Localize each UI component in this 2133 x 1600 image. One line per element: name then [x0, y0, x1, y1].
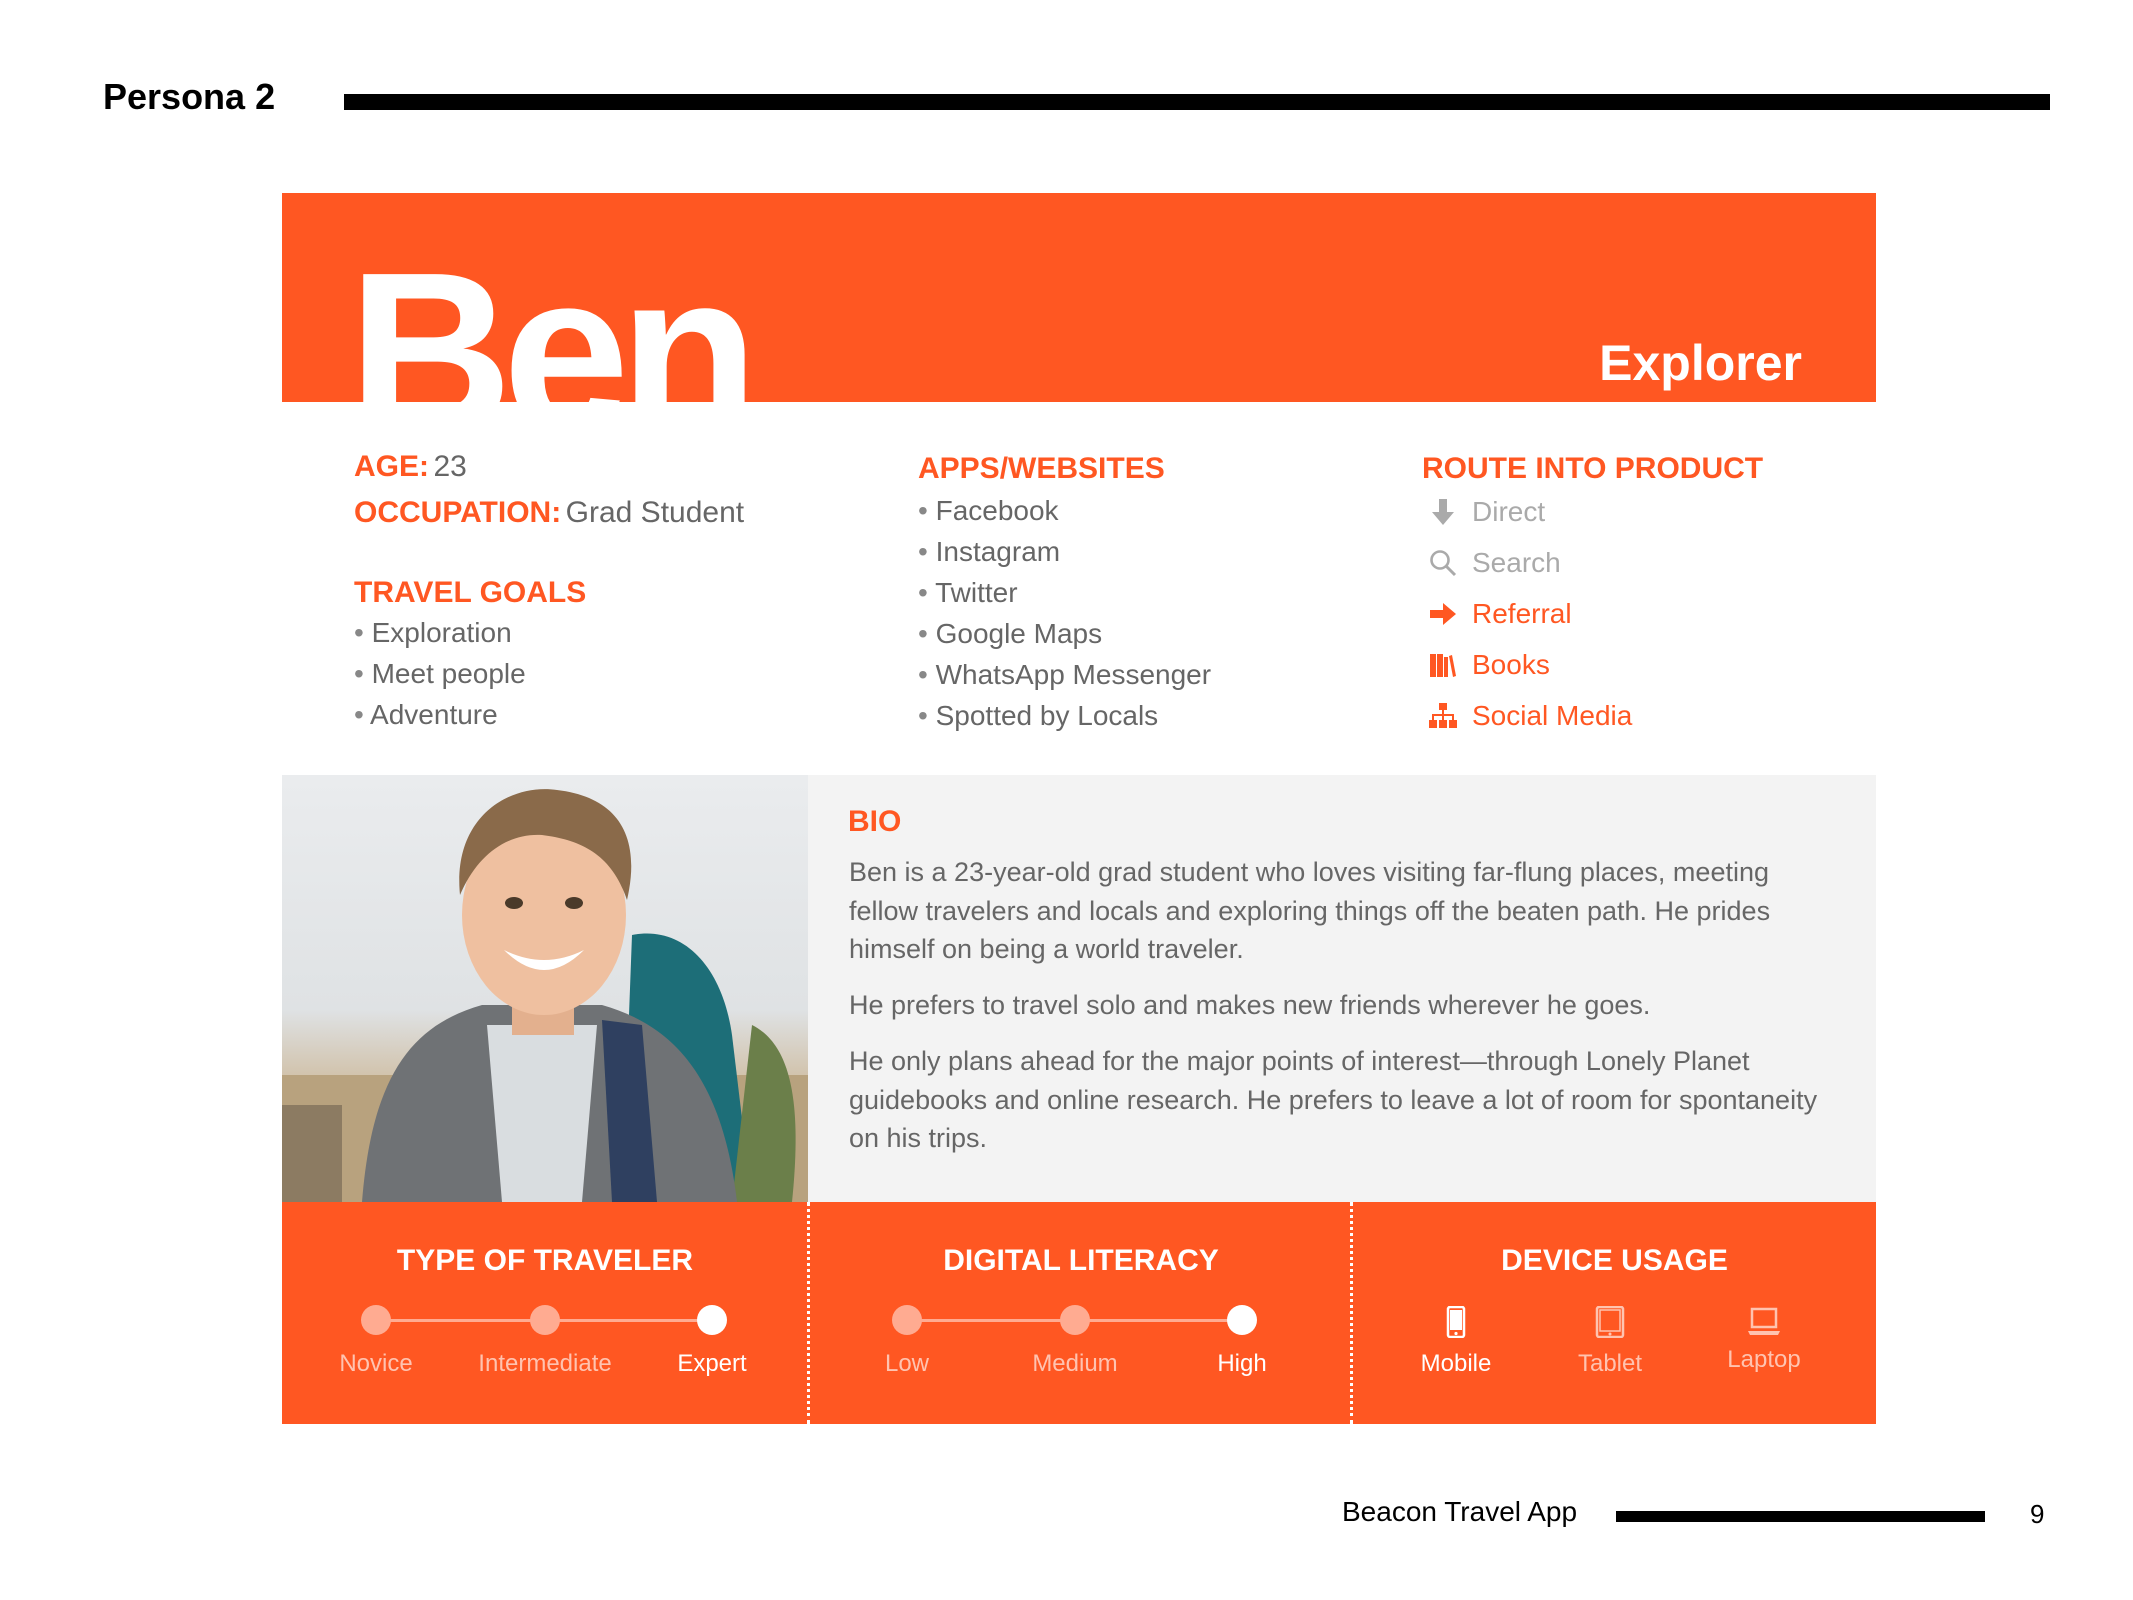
device-usage-panel: DEVICE USAGE Mobile Tablet Laptop — [1353, 1202, 1876, 1424]
route-item-search: Search — [1428, 537, 1632, 588]
page-title: Persona 2 — [103, 76, 276, 117]
mobile-icon — [1436, 1302, 1476, 1342]
bio-title: BIO — [848, 805, 902, 838]
persona-archetype: Explorer — [1599, 335, 1802, 391]
scale-dot-high — [1227, 1305, 1257, 1335]
scale-label-intermediate: Intermediate — [478, 1350, 612, 1377]
occupation-label: OCCUPATION: — [354, 496, 562, 529]
persona-photo — [282, 775, 808, 1202]
digital-literacy-panel: DIGITAL LITERACY Low Medium High — [810, 1202, 1352, 1424]
scale-label-low: Low — [884, 1350, 930, 1377]
scale-dot-expert — [697, 1305, 727, 1335]
page-number: 9 — [2030, 1499, 2045, 1529]
persona-header-band: Ben Explorer — [282, 193, 1876, 402]
list-item: Google Maps — [918, 613, 1211, 654]
route-label: Direct — [1472, 495, 1546, 527]
digital-literacy-title: DIGITAL LITERACY — [943, 1244, 1219, 1277]
scale-label-novice: Novice — [339, 1350, 413, 1377]
travel-goals-list: Exploration Meet people Adventure — [354, 612, 526, 735]
list-item: Facebook — [918, 490, 1211, 531]
occupation-value: Grad Student — [565, 496, 745, 529]
footer-app-name: Beacon Travel App — [1342, 1496, 1578, 1527]
scale-label-expert: Expert — [677, 1350, 747, 1377]
list-item: WhatsApp Messenger — [918, 654, 1211, 695]
age-label: AGE: — [354, 450, 429, 483]
ratings-band: TYPE OF TRAVELER Novice Intermediate Exp… — [282, 1202, 1876, 1424]
route-item-referral: Referral — [1428, 588, 1632, 639]
route-label: Books — [1472, 648, 1550, 680]
books-icon — [1428, 650, 1458, 680]
list-item: Adventure — [354, 694, 526, 735]
scale-dot-intermediate — [530, 1305, 560, 1335]
sitemap-icon — [1428, 701, 1458, 731]
route-title: ROUTE INTO PRODUCT — [1422, 452, 1764, 485]
traveler-type-panel: TYPE OF TRAVELER Novice Intermediate Exp… — [282, 1202, 808, 1424]
bio-paragraph: Ben is a 23-year-old grad student who lo… — [849, 857, 1771, 964]
route-label: Referral — [1472, 597, 1572, 629]
bio-section: BIO Ben is a 23-year-old grad student wh… — [808, 775, 1876, 1202]
route-item-books: Books — [1428, 639, 1632, 690]
age-value: 23 — [433, 450, 467, 483]
arrow-down-icon — [1428, 497, 1458, 527]
list-item: Twitter — [918, 572, 1211, 613]
bio-paragraph: He only plans ahead for the major points… — [849, 1046, 1818, 1153]
device-label-tablet: Tablet — [1577, 1350, 1643, 1377]
list-item: Spotted by Locals — [918, 695, 1211, 736]
traveler-type-title: TYPE OF TRAVELER — [396, 1244, 694, 1277]
route-item-social-media: Social Media — [1428, 690, 1632, 741]
occupation-row: OCCUPATION: Grad Student — [354, 496, 744, 530]
device-label-mobile: Mobile — [1420, 1350, 1492, 1377]
laptop-icon — [1744, 1302, 1784, 1342]
travel-goals-title: TRAVEL GOALS — [354, 576, 587, 609]
bio-paragraph: He prefers to travel solo and makes new … — [849, 990, 1651, 1020]
tablet-icon — [1590, 1302, 1630, 1342]
list-item: Meet people — [354, 653, 526, 694]
apps-list: Facebook Instagram Twitter Google Maps W… — [918, 490, 1211, 736]
route-label: Social Media — [1472, 699, 1633, 731]
list-item: Instagram — [918, 531, 1211, 572]
scale-label-medium: Medium — [1032, 1350, 1118, 1377]
scale-dot-low — [892, 1305, 922, 1335]
scale-label-high: High — [1217, 1350, 1267, 1377]
header-rule — [344, 94, 2050, 110]
scale-dot-medium — [1060, 1305, 1090, 1335]
search-icon — [1428, 548, 1458, 578]
persona-name: Ben — [348, 226, 759, 402]
device-usage-title: DEVICE USAGE — [1501, 1244, 1728, 1277]
scale-dot-novice — [361, 1305, 391, 1335]
list-item: Exploration — [354, 612, 526, 653]
apps-title: APPS/WEBSITES — [918, 452, 1165, 485]
route-list: Direct Search Referral Books Social Medi… — [1428, 486, 1632, 741]
age-row: AGE: 23 — [354, 450, 467, 484]
device-label-laptop: Laptop — [1727, 1346, 1801, 1373]
route-label: Search — [1472, 546, 1561, 578]
footer-rule — [1616, 1511, 1985, 1522]
arrow-right-icon — [1428, 599, 1458, 629]
route-item-direct: Direct — [1428, 486, 1632, 537]
